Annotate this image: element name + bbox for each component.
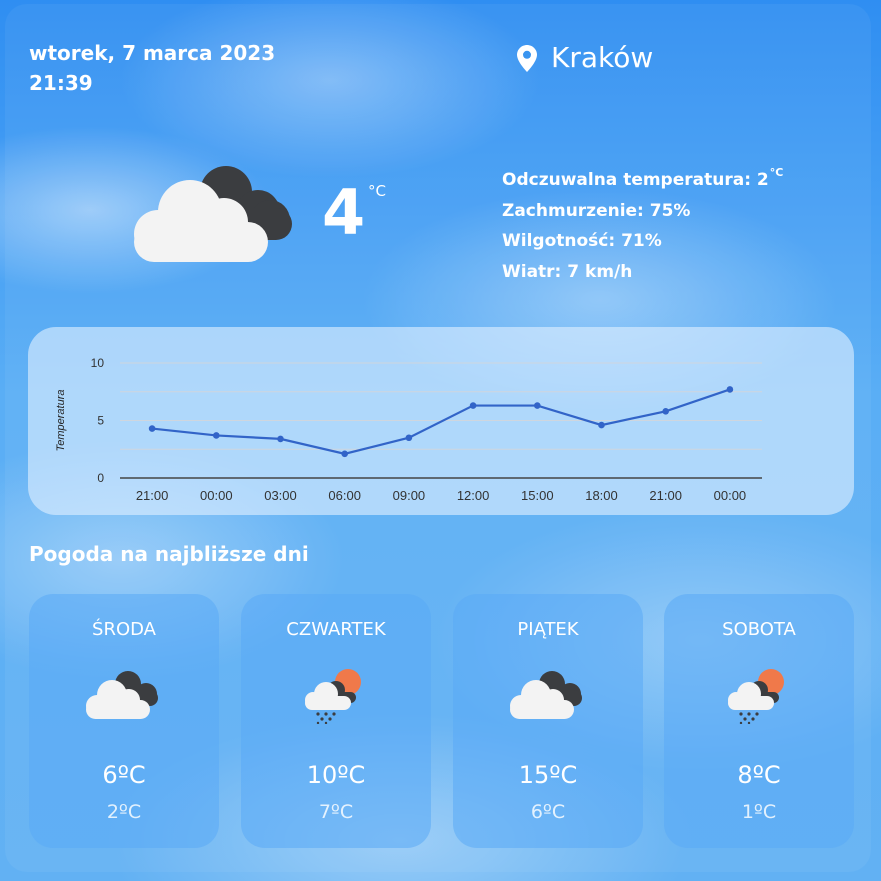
temperature-chart-card: 0 5 10 Temperatura 21:00 00:00 03:00 06:00 09:00… — [28, 327, 854, 515]
chart-x-tick-label: 15:00 — [521, 488, 554, 503]
feels-like-unit: °C — [769, 166, 784, 179]
feels-like: Odczuwalna temperatura: 2°C — [502, 158, 783, 196]
humidity: Wilgotność: 71% — [502, 231, 662, 251]
chart-y-axis-label: Temperatura — [55, 390, 67, 452]
sun-rain-cloud-icon — [305, 669, 361, 724]
city-name: Kraków — [551, 41, 654, 74]
temperature-chart: 0 5 10 Temperatura 21:00 00:00 03:00 06:00 09:00… — [55, 356, 762, 503]
chart-x-tick-label: 00:00 — [200, 488, 233, 503]
cloudy-icon — [86, 671, 158, 719]
forecast-title: Pogoda na najbliższe dni — [29, 542, 309, 566]
chart-data-point — [405, 434, 413, 442]
cloud-cover: Zachmurzenie: 75% — [502, 200, 691, 221]
date-time: wtorek, 7 marca 2023 21:39 — [29, 38, 275, 98]
chart-data-point — [662, 408, 669, 415]
current-date: wtorek, 7 marca 2023 — [29, 41, 276, 65]
chart-x-tick-label: 00:00 — [714, 488, 747, 503]
chart-x-tick-label: 21:00 — [136, 488, 169, 503]
chart-x-tick-label: 18:00 — [585, 488, 618, 503]
sun-rain-cloud-icon — [728, 669, 784, 724]
cloudy-icon — [134, 166, 292, 262]
location[interactable]: Kraków — [517, 40, 653, 76]
forecast-day-card[interactable]: CZWARTEK 10ºC 7ºC — [241, 594, 431, 848]
chart-data-point — [469, 402, 477, 409]
forecast-min-temp: 2ºC — [106, 801, 142, 823]
forecast-min-temp: 6ºC — [530, 801, 566, 823]
chart-data-point — [726, 386, 734, 393]
wind: Wiatr: 7 km/h — [502, 261, 633, 282]
forecast-min-temp: 7ºC — [318, 801, 354, 823]
chart-x-tick-label: 12:00 — [457, 488, 490, 503]
chart-y-tick-label: 0 — [97, 471, 104, 485]
weather-details: Odczuwalna temperatura: 2°C Zachmurzenie… — [502, 158, 783, 287]
forecast-day-name: SOBOTA — [722, 619, 796, 640]
chart-data-point — [277, 435, 284, 443]
forecast-day-card[interactable]: SOBOTA 8ºC 1ºC — [664, 594, 854, 848]
chart-series-line — [151, 388, 731, 455]
chart-data-point — [534, 402, 541, 409]
forecast-day-card[interactable]: ŚRODA 6ºC 2ºC — [29, 594, 219, 848]
location-pin-icon — [517, 44, 537, 72]
forecast-min-temp: 1ºC — [741, 801, 777, 823]
chart-data-point — [598, 421, 605, 429]
current-time: 21:39 — [29, 71, 93, 95]
chart-data-point — [213, 432, 220, 439]
current-temperature: 4 — [322, 176, 366, 249]
forecast-day-name: ŚRODA — [92, 619, 156, 640]
forecast-day-card[interactable]: PIĄTEK 15ºC 6ºC — [453, 594, 643, 848]
forecast-max-temp: 10ºC — [306, 761, 366, 789]
forecast-max-temp: 8ºC — [737, 761, 781, 789]
forecast-day-name: CZWARTEK — [286, 619, 386, 640]
current-temperature-unit: °C — [368, 182, 386, 200]
chart-x-tick-label: 06:00 — [328, 488, 361, 503]
feels-like-text: Odczuwalna temperatura: 2 — [502, 170, 769, 190]
forecast-max-temp: 15ºC — [518, 761, 578, 789]
chart-x-tick-label: 09:00 — [393, 488, 426, 503]
chart-data-point — [341, 450, 349, 458]
chart-y-tick-label: 10 — [91, 356, 105, 370]
chart-x-tick-label: 03:00 — [264, 488, 297, 503]
forecast-max-temp: 6ºC — [102, 761, 146, 789]
forecast-day-name: PIĄTEK — [517, 619, 579, 640]
cloudy-icon — [510, 671, 582, 719]
chart-x-tick-label: 21:00 — [649, 488, 682, 503]
chart-y-tick-label: 5 — [97, 414, 104, 428]
chart-data-point — [148, 425, 156, 432]
